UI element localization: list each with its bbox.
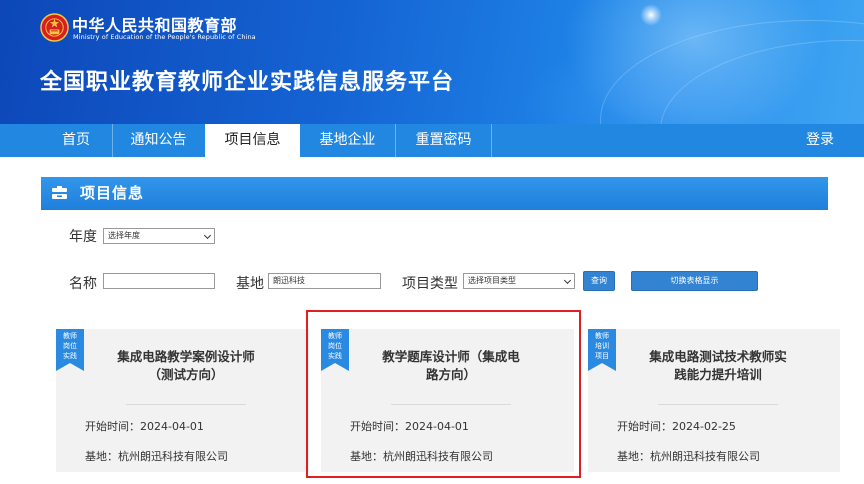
card-title[interactable]: 集成电路测试技术教师实 践能力提升培训	[628, 348, 808, 384]
project-type-select[interactable]: 选择项目类型	[463, 273, 575, 289]
section-title: 项目信息	[80, 184, 145, 202]
toggle-table-view-button[interactable]: 切换表格显示	[631, 271, 758, 291]
login-link[interactable]: 登录	[806, 124, 834, 157]
project-type-label: 项目类型	[402, 276, 458, 292]
nav-item-notices[interactable]: 通知公告	[113, 124, 204, 157]
year-label: 年度	[69, 229, 97, 245]
card-ribbon-text: 教师 岗位 实践	[63, 332, 77, 360]
project-list-icon	[52, 186, 67, 199]
card-title[interactable]: 集成电路教学案例设计师 （测试方向）	[96, 348, 276, 384]
nav-item-bases[interactable]: 基地企业	[300, 124, 395, 157]
base-label: 基地	[236, 276, 264, 292]
banner-sparkle	[640, 4, 662, 26]
nav-item-projects[interactable]: 项目信息	[205, 124, 300, 157]
year-select[interactable]: 选择年度	[103, 228, 215, 244]
query-button[interactable]: 查询	[583, 271, 615, 291]
card-divider	[658, 404, 778, 405]
card-base: 基地：杭州朗迅科技有限公司	[85, 450, 228, 463]
year-select-value: 选择年度	[108, 231, 140, 240]
name-input[interactable]	[103, 273, 215, 289]
name-label: 名称	[69, 276, 97, 292]
nav-item-home[interactable]: 首页	[40, 124, 112, 157]
base-input[interactable]: 朗迅科技	[268, 273, 381, 289]
project-type-select-value: 选择项目类型	[468, 276, 516, 285]
nav-item-reset-password[interactable]: 重置密码	[396, 124, 491, 157]
highlight-box	[306, 310, 581, 478]
card-base: 基地：杭州朗迅科技有限公司	[617, 450, 760, 463]
project-card[interactable]: 教师 培训 项目 集成电路测试技术教师实 践能力提升培训 开始时间：2024-02-2…	[588, 329, 840, 472]
ministry-name-en: Ministry of Education of the People's Re…	[73, 33, 256, 41]
nav-divider	[491, 124, 492, 157]
card-divider	[126, 404, 246, 405]
national-emblem-icon	[40, 13, 69, 42]
main-nav: 首页 通知公告 项目信息 基地企业 重置密码 登录	[0, 124, 864, 157]
card-start-time: 开始时间：2024-02-25	[617, 420, 736, 433]
chevron-down-icon	[203, 231, 212, 240]
platform-title: 全国职业教育教师企业实践信息服务平台	[40, 70, 455, 95]
card-ribbon-text: 教师 培训 项目	[595, 332, 609, 360]
project-card[interactable]: 教师 岗位 实践 集成电路教学案例设计师 （测试方向） 开始时间：2024-04-01…	[56, 329, 309, 472]
card-start-time: 开始时间：2024-04-01	[85, 420, 204, 433]
section-header: 项目信息	[41, 177, 828, 210]
header-banner: 中华人民共和国教育部 Ministry of Education of the …	[0, 0, 864, 124]
chevron-down-icon	[563, 276, 572, 285]
